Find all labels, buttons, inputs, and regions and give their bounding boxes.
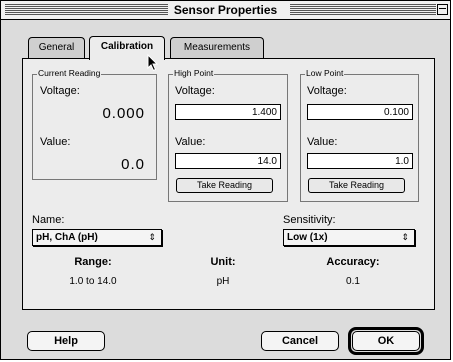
current-voltage-label: Voltage: — [40, 85, 80, 97]
title-bar[interactable]: Sensor Properties — [1, 1, 450, 20]
window-title: Sensor Properties — [1, 3, 450, 17]
high-point-group: High Point Voltage: 1.400 Value: 14.0 Ta… — [168, 68, 288, 202]
low-voltage-label: Voltage: — [307, 85, 347, 97]
up-down-arrows-icon: ⇕ — [401, 232, 409, 242]
calibration-panel: Current Reading Voltage: 0.000 Value: 0.… — [22, 58, 435, 310]
current-voltage-value: 0.000 — [102, 105, 145, 122]
high-value-field[interactable]: 14.0 — [175, 153, 281, 169]
range-label: Range: — [74, 256, 112, 268]
accuracy-value: 0.1 — [346, 276, 360, 287]
low-take-reading-button[interactable]: Take Reading — [308, 178, 405, 193]
name-selected: pH, ChA (pH) — [36, 232, 98, 243]
low-point-title: Low Point — [305, 68, 345, 78]
low-voltage-field[interactable]: 0.100 — [307, 104, 413, 120]
current-value-value: 0.0 — [121, 156, 145, 173]
tab-general[interactable]: General — [28, 37, 85, 58]
range-value: 1.0 to 14.0 — [69, 276, 117, 287]
high-value-label: Value: — [175, 136, 206, 148]
unit-value: pH — [216, 276, 230, 287]
high-voltage-label: Voltage: — [175, 85, 215, 97]
sensitivity-label: Sensitivity: — [283, 214, 336, 226]
up-down-arrows-icon: ⇕ — [148, 232, 156, 242]
current-reading-group: Current Reading Voltage: 0.000 Value: 0.… — [32, 68, 157, 180]
unit-label: Unit: — [210, 256, 236, 268]
current-reading-title: Current Reading — [37, 68, 102, 78]
help-button[interactable]: Help — [27, 331, 105, 351]
accuracy-label: Accuracy: — [326, 256, 380, 268]
tab-measurements[interactable]: Measurements — [170, 37, 264, 58]
ok-button[interactable]: OK — [352, 331, 420, 351]
collapse-box-icon[interactable] — [437, 4, 448, 15]
high-point-title: High Point — [173, 68, 215, 78]
name-label: Name: — [32, 214, 65, 226]
low-value-field[interactable]: 1.0 — [307, 153, 413, 169]
arrow-cursor-icon — [147, 54, 159, 72]
sensitivity-popup[interactable]: Low (1x) ⇕ — [283, 229, 415, 246]
sensitivity-selected: Low (1x) — [287, 232, 328, 243]
cancel-button[interactable]: Cancel — [261, 331, 339, 351]
high-voltage-field[interactable]: 1.400 — [175, 104, 281, 120]
low-point-group: Low Point Voltage: 0.100 Value: 1.0 Take… — [300, 68, 419, 202]
current-value-label: Value: — [40, 136, 71, 148]
low-value-label: Value: — [307, 136, 338, 148]
name-popup[interactable]: pH, ChA (pH) ⇕ — [32, 229, 162, 246]
high-take-reading-button[interactable]: Take Reading — [176, 178, 273, 193]
